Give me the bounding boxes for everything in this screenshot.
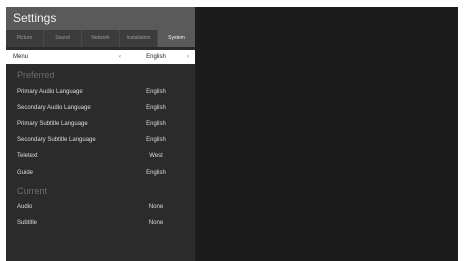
preferred-primary-subtitle-row[interactable]: Primary Subtitle Language English [6, 118, 195, 130]
row-label: Subtitle [17, 220, 38, 226]
row-value: West [149, 153, 163, 159]
preferred-secondary-audio-row[interactable]: Secondary Audio Language English [6, 102, 195, 114]
row-value: English [146, 170, 166, 176]
chevron-right-icon[interactable]: › [187, 50, 189, 64]
tab-installation[interactable]: Installation [120, 30, 158, 47]
current-heading: Current [17, 186, 48, 196]
tv-screen: Settings Picture Sound Network Installat… [6, 7, 458, 261]
menu-label: Menu [13, 54, 29, 60]
preferred-secondary-subtitle-row[interactable]: Secondary Subtitle Language English [6, 134, 195, 146]
settings-tabs: Picture Sound Network Installation Syste… [6, 30, 195, 47]
current-audio-row[interactable]: Audio None [6, 201, 195, 213]
preferred-teletext-row[interactable]: Teletext West [6, 150, 195, 162]
menu-value: English [146, 54, 166, 60]
tab-network[interactable]: Network [82, 30, 120, 47]
preferred-guide-row[interactable]: Guide English [6, 167, 195, 179]
row-label: Guide [17, 170, 34, 176]
chevron-left-icon[interactable]: ‹ [119, 50, 121, 64]
row-value: English [146, 89, 166, 95]
preferred-heading: Preferred [17, 70, 55, 80]
row-value: English [146, 105, 166, 111]
row-label: Secondary Audio Language [17, 105, 91, 111]
row-value: English [146, 137, 166, 143]
row-label: Primary Audio Language [17, 89, 83, 95]
row-label: Primary Subtitle Language [17, 121, 88, 127]
preferred-primary-audio-row[interactable]: Primary Audio Language English [6, 86, 195, 98]
tab-picture[interactable]: Picture [6, 30, 44, 47]
row-value: None [148, 220, 164, 226]
tab-system[interactable]: System [158, 30, 195, 47]
row-value: None [148, 204, 164, 210]
settings-panel: Settings Picture Sound Network Installat… [6, 7, 195, 261]
row-label: Secondary Subtitle Language [17, 137, 96, 143]
current-subtitle-row[interactable]: Subtitle None [6, 217, 195, 229]
tab-sound[interactable]: Sound [44, 30, 82, 47]
menu-language-selector[interactable]: Menu ‹ English › [6, 50, 195, 64]
row-label: Teletext [17, 153, 38, 159]
row-label: Audio [17, 204, 33, 210]
settings-title: Settings [6, 7, 195, 30]
row-value: English [146, 121, 166, 127]
